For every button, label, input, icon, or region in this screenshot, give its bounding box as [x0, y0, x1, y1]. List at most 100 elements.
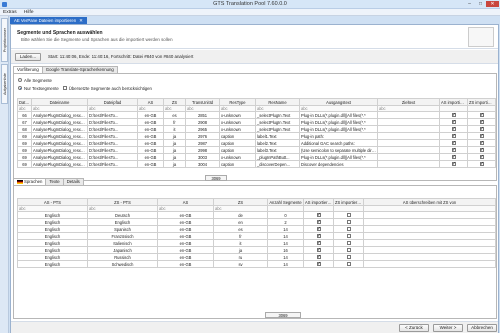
radio-row-text[interactable]: Nur Textsegmente Übersetzte Segmente auch… [18, 84, 152, 92]
import-checkbox[interactable] [346, 255, 351, 260]
document-tab[interactable]: AE VerPane Dateien importieren ✕ [10, 17, 87, 24]
cell-overwrite[interactable] [363, 246, 496, 254]
import-checkbox[interactable] [346, 234, 351, 239]
import-checkbox[interactable] [451, 155, 456, 160]
import-checkbox[interactable] [346, 213, 351, 218]
import-checkbox[interactable] [451, 113, 456, 118]
cell-overwrite[interactable] [363, 239, 496, 247]
import-checkbox[interactable] [479, 155, 484, 160]
table-row[interactable]: Englisch Japanisch en-GB ja 16 [17, 246, 496, 254]
tab-languages[interactable]: Sprachen [13, 178, 47, 185]
table-row[interactable]: 69AnalysePlugInDialog_resx_ja.rvtxlfD:\t… [17, 153, 496, 161]
column-header[interactable]: Ausgangstext [299, 98, 378, 106]
column-header[interactable]: TransUnitId [185, 98, 220, 106]
column-header[interactable]: Dateipfad [87, 98, 138, 106]
import-checkbox[interactable] [451, 141, 456, 146]
import-checkbox[interactable] [479, 162, 484, 167]
import-checkbox[interactable] [451, 120, 456, 125]
table-row[interactable]: Englisch Schwedisch en-GB sv 14 [17, 260, 496, 268]
table-row[interactable]: Englisch Deutsch en-GB de 0 [17, 211, 496, 219]
import-checkbox[interactable] [316, 227, 321, 232]
import-checkbox[interactable] [346, 248, 351, 253]
column-header[interactable]: ResType [219, 98, 256, 106]
cell-overwrite[interactable] [363, 211, 496, 219]
table-row[interactable]: 69AnalysePlugInDialog_resx_ja.rvtxlfD:\t… [17, 139, 496, 147]
radio-row-all[interactable]: Alle Segmente [18, 76, 152, 84]
table-row[interactable]: 69AnalysePlugInDialog_resx_ja.rvtxlfD:\t… [17, 160, 496, 168]
cell-overwrite[interactable] [363, 232, 496, 240]
tab-prefilter[interactable]: Vorfilterung [13, 66, 43, 73]
import-checkbox[interactable] [316, 241, 321, 246]
cell-as-import[interactable] [439, 146, 468, 154]
table-row[interactable]: 66AnalysePlugInDialog_resx_es.rvtxlfD:\t… [17, 111, 496, 119]
tab-google-language-detection[interactable]: Google Translate-Spracherkennung [41, 66, 118, 73]
menu-help[interactable]: Hilfe [21, 9, 37, 16]
table-row[interactable]: Englisch Russisch en-GB ru 14 [17, 253, 496, 261]
cell-as-import[interactable] [303, 232, 334, 240]
cell-overwrite[interactable] [363, 225, 496, 233]
column-header[interactable]: ZS importieren? [333, 198, 364, 206]
table-row[interactable]: 69AnalysePlugInDialog_resx_ja.rvtxlfD:\t… [17, 132, 496, 140]
cell-zs-import[interactable] [333, 232, 364, 240]
cell-as-import[interactable] [303, 260, 334, 268]
import-checkbox[interactable] [346, 262, 351, 267]
cell-zs-import[interactable] [467, 132, 496, 140]
cell-as-import[interactable] [303, 211, 334, 219]
cell-as-import[interactable] [303, 253, 334, 261]
column-header[interactable]: Anzahl Segmente [267, 198, 304, 206]
import-checkbox[interactable] [451, 162, 456, 167]
side-tab-project-browser[interactable]: Projektbrowser [1, 18, 8, 62]
cell-as-import[interactable] [439, 125, 468, 133]
table-row[interactable]: 69AnalysePlugInDialog_resx_ja.rvtxlfD:\t… [17, 146, 496, 154]
import-checkbox[interactable] [346, 227, 351, 232]
import-checkbox[interactable] [346, 241, 351, 246]
import-checkbox[interactable] [316, 234, 321, 239]
back-button[interactable]: < Zurück [399, 324, 429, 332]
cell-as-import[interactable] [439, 111, 468, 119]
import-checkbox[interactable] [479, 127, 484, 132]
table-row[interactable]: Englisch Englisch en-GB en 2 [17, 218, 496, 226]
column-header[interactable]: Dateiname [31, 98, 88, 106]
column-header[interactable]: Zieltext [377, 98, 440, 106]
maximize-button[interactable]: □ [475, 1, 486, 7]
cell-as-import[interactable] [439, 153, 468, 161]
import-checkbox[interactable] [316, 262, 321, 267]
close-tab-icon[interactable]: ✕ [79, 18, 83, 23]
cell-zs-import[interactable] [333, 260, 364, 268]
cell-as-import[interactable] [303, 246, 334, 254]
next-button[interactable]: Weiter > [433, 324, 463, 332]
column-header[interactable]: AS überschreiben mit ZS von [363, 198, 496, 206]
cell-as-import[interactable] [439, 118, 468, 126]
column-header[interactable]: AS [137, 98, 164, 106]
import-checkbox[interactable] [316, 255, 321, 260]
import-checkbox[interactable] [479, 113, 484, 118]
table-row[interactable]: Englisch Spanisch en-GB es 14 [17, 225, 496, 233]
cell-zs-import[interactable] [333, 218, 364, 226]
column-header[interactable]: AS - PTS [17, 198, 88, 206]
import-checkbox[interactable] [479, 141, 484, 146]
table-row[interactable]: 67AnalysePlugInDialog_resx_fr.rvtxlfD:\t… [17, 118, 496, 126]
cell-zs-import[interactable] [333, 211, 364, 219]
cell-as-import[interactable] [439, 139, 468, 147]
cell-zs-import[interactable] [467, 146, 496, 154]
cell-zs-import[interactable] [467, 118, 496, 126]
tab-details[interactable]: Details [62, 178, 84, 185]
cell-as-import[interactable] [439, 160, 468, 168]
radio-all-segments[interactable] [18, 78, 22, 82]
import-checkbox[interactable] [316, 220, 321, 225]
table-row[interactable]: 68AnalysePlugInDialog_resx_it.rvtxlfD:\t… [17, 125, 496, 133]
import-checkbox[interactable] [316, 248, 321, 253]
column-header[interactable]: ZS [163, 98, 186, 106]
column-header[interactable]: AS [157, 198, 214, 206]
cell-overwrite[interactable] [363, 218, 496, 226]
cell-zs-import[interactable] [467, 153, 496, 161]
import-checkbox[interactable] [451, 148, 456, 153]
cell-as-import[interactable] [303, 239, 334, 247]
import-checkbox[interactable] [479, 148, 484, 153]
column-header[interactable]: DateiID [17, 98, 32, 106]
cell-zs-import[interactable] [467, 139, 496, 147]
cell-overwrite[interactable] [363, 260, 496, 268]
import-checkbox[interactable] [479, 134, 484, 139]
cell-zs-import[interactable] [333, 225, 364, 233]
cell-zs-import[interactable] [333, 239, 364, 247]
